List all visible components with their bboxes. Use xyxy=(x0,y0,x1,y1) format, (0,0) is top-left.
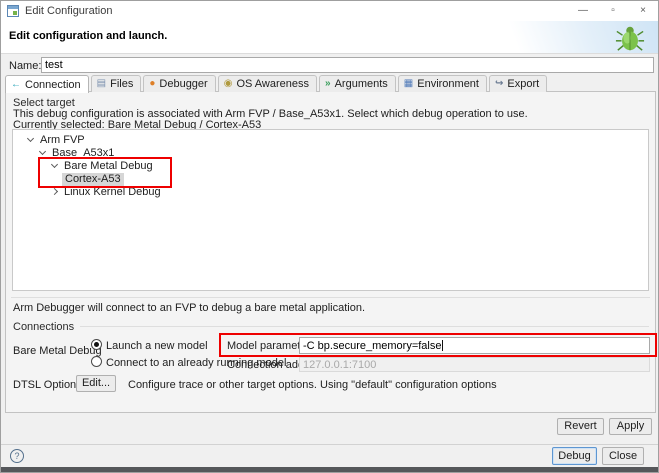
dialog-header: Edit configuration and launch. xyxy=(1,21,658,54)
model-parameters-input[interactable] xyxy=(299,337,650,354)
tab-label: Environment xyxy=(417,78,479,90)
tab-connection[interactable]: ← Connection xyxy=(5,75,89,93)
tree-item-label[interactable]: Arm FVP xyxy=(40,134,85,147)
tab-debugger[interactable]: ● Debugger xyxy=(143,75,215,92)
connection-address-field: 127.0.0.1:7100 xyxy=(299,357,650,372)
debug-button[interactable]: Debug xyxy=(552,447,597,465)
dtsl-options-label: DTSL Options xyxy=(13,379,82,391)
page-title: Edit configuration and launch. xyxy=(9,30,167,42)
connections-title: Connections xyxy=(13,321,74,333)
apply-button[interactable]: Apply xyxy=(609,418,652,435)
close-icon[interactable]: × xyxy=(628,1,658,21)
tab-arguments[interactable]: » Arguments xyxy=(319,75,396,92)
bare-metal-debug-label: Bare Metal Debug xyxy=(13,345,102,357)
folder-icon: ▤ xyxy=(97,79,106,89)
tab-files[interactable]: ▤ Files xyxy=(91,75,142,92)
help-icon[interactable]: ? xyxy=(10,449,24,463)
minimize-icon[interactable]: — xyxy=(568,1,598,21)
target-tree: Arm FVP Base_A53x1 Bare Metal Debug Cort… xyxy=(12,129,649,291)
expand-chevron-icon[interactable] xyxy=(51,161,58,168)
export-icon: ↪ xyxy=(495,79,503,89)
tab-label: OS Awareness xyxy=(236,78,309,90)
dtsl-description: Configure trace or other target options.… xyxy=(128,379,497,391)
edit-configuration-dialog: Edit Configuration — ▫ × Edit configurat… xyxy=(0,0,659,473)
close-button[interactable]: Close xyxy=(602,447,644,465)
bug-icon: ● xyxy=(149,79,155,89)
tab-environment[interactable]: ▦ Environment xyxy=(398,75,487,92)
window-bottom-edge xyxy=(1,467,658,472)
expand-chevron-icon[interactable] xyxy=(39,148,46,155)
dtsl-edit-button[interactable]: Edit... xyxy=(76,375,116,392)
tree-item-arm-fvp[interactable]: Arm FVP xyxy=(13,134,648,147)
tree-item-linux-kernel-debug[interactable]: Linux Kernel Debug xyxy=(13,186,648,199)
connection-info-text: Arm Debugger will connect to an FVP to d… xyxy=(13,302,365,314)
tree-item-label[interactable]: Cortex-A53 xyxy=(62,173,124,186)
tab-label: Export xyxy=(507,78,539,90)
tab-export[interactable]: ↪ Export xyxy=(489,75,547,92)
app-icon xyxy=(7,5,19,17)
connection-arrow-icon: ← xyxy=(11,80,21,90)
separator xyxy=(80,326,649,327)
tab-label: Arguments xyxy=(335,78,388,90)
tree-item-bare-metal-debug[interactable]: Bare Metal Debug xyxy=(13,160,648,173)
tab-bar: ← Connection ▤ Files ● Debugger ◉ OS Awa… xyxy=(5,75,549,92)
connection-tab-panel: Select target This debug configuration i… xyxy=(5,91,656,413)
separator xyxy=(11,297,650,298)
arguments-icon: » xyxy=(325,79,331,89)
title-bar: Edit Configuration — ▫ × xyxy=(1,1,658,21)
window-title: Edit Configuration xyxy=(25,5,112,17)
revert-button[interactable]: Revert xyxy=(557,418,604,435)
debug-bug-icon xyxy=(615,23,645,53)
tab-label: Files xyxy=(110,78,133,90)
tree-item-label[interactable]: Linux Kernel Debug xyxy=(64,186,161,199)
tree-item-label[interactable]: Bare Metal Debug xyxy=(64,160,153,173)
radio-launch-label[interactable]: Launch a new model xyxy=(106,340,208,352)
tree-item-base-a53x1[interactable]: Base_A53x1 xyxy=(13,147,648,160)
tree-item-cortex-a53[interactable]: Cortex-A53 xyxy=(13,173,648,186)
name-label: Name: xyxy=(9,60,41,72)
tree-item-label[interactable]: Base_A53x1 xyxy=(52,147,114,160)
os-awareness-icon: ◉ xyxy=(224,79,233,89)
radio-launch-new-model[interactable] xyxy=(91,339,102,350)
name-input[interactable] xyxy=(41,57,654,73)
tab-os-awareness[interactable]: ◉ OS Awareness xyxy=(218,75,317,92)
collapse-chevron-icon[interactable] xyxy=(51,188,58,195)
maximize-icon[interactable]: ▫ xyxy=(598,1,628,21)
separator xyxy=(1,444,658,445)
radio-connect-running-model[interactable] xyxy=(91,356,102,367)
text-caret xyxy=(442,340,443,351)
expand-chevron-icon[interactable] xyxy=(27,135,34,142)
tab-label: Debugger xyxy=(159,78,207,90)
environment-icon: ▦ xyxy=(404,79,413,89)
tab-label: Connection xyxy=(25,79,81,91)
